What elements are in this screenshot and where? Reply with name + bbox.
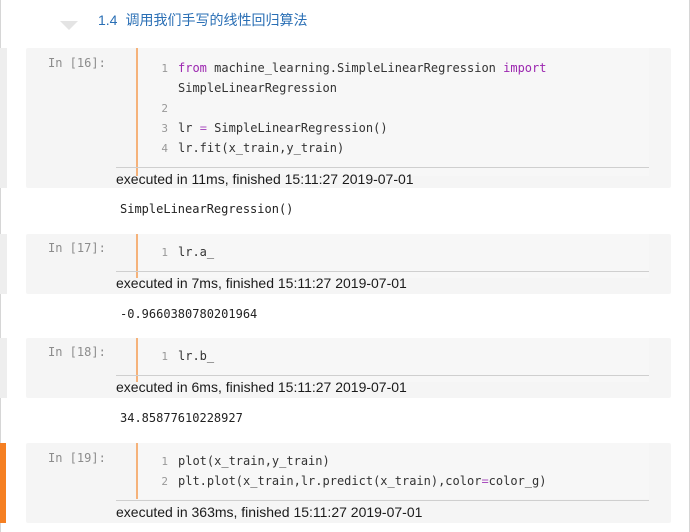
execution-info: executed in 11ms, finished 15:11:27 2019… — [116, 167, 649, 190]
code-editor[interactable]: 1 from machine_learning.SimpleLinearRegre… — [136, 48, 649, 176]
code-line: 3 lr = SimpleLinearRegression() — [161, 121, 388, 135]
section-heading[interactable]: 1.4 调用我们手写的线性回归算法 — [58, 6, 678, 34]
cell-prompt: In [19]: — [48, 451, 106, 465]
execution-info: executed in 363ms, finished 15:11:27 201… — [116, 500, 649, 523]
cell-output: SimpleLinearRegression() — [120, 202, 294, 216]
section-number: 1.4 — [98, 12, 118, 28]
code-line: SimpleLinearRegression — [178, 81, 337, 95]
cell-output: -0.9660380780201964 — [120, 307, 258, 321]
code-editor[interactable]: 1 plot(x_train,y_train) 2 plt.plot(x_train… — [136, 443, 649, 499]
code-line: 1 lr.a_ — [161, 245, 215, 259]
cell-output: 34.85877610228927 — [120, 411, 243, 425]
cell-gutter[interactable] — [0, 234, 7, 294]
execution-info: executed in 7ms, finished 15:11:27 2019-… — [116, 271, 649, 294]
cell-gutter[interactable] — [0, 48, 7, 188]
code-line: 1 lr.b_ — [161, 349, 215, 363]
cell-prompt: In [18]: — [48, 345, 106, 359]
section-title: 调用我们手写的线性回归算法 — [125, 12, 308, 28]
code-line: 2 — [161, 102, 168, 115]
active-cell-indicator[interactable] — [0, 443, 6, 523]
cell-prompt: In [17]: — [48, 241, 106, 255]
collapse-caret-icon[interactable] — [60, 20, 78, 30]
execution-info: executed in 6ms, finished 15:11:27 2019-… — [116, 375, 649, 398]
code-line: 4 lr.fit(x_train,y_train) — [161, 141, 345, 155]
code-cell-16[interactable]: In [16]: 1 from machine_learning.SimpleLi… — [26, 48, 671, 188]
code-cell-19[interactable]: In [19]: 1 plot(x_train,y_train) 2 plt.plo… — [26, 443, 671, 523]
code-line: 2 plt.plot(x_train,lr.predict(x_train),co… — [161, 474, 547, 488]
code-line: 1 plot(x_train,y_train) — [161, 454, 330, 468]
code-cell-18[interactable]: In [18]: 1 lr.b_ executed in 6ms, finishe… — [26, 338, 671, 398]
code-line: 1 from machine_learning.SimpleLinearRegre… — [161, 61, 547, 75]
cell-prompt: In [16]: — [48, 56, 106, 70]
cell-gutter[interactable] — [0, 338, 7, 398]
code-cell-17[interactable]: In [17]: 1 lr.a_ executed in 7ms, finishe… — [26, 234, 671, 294]
